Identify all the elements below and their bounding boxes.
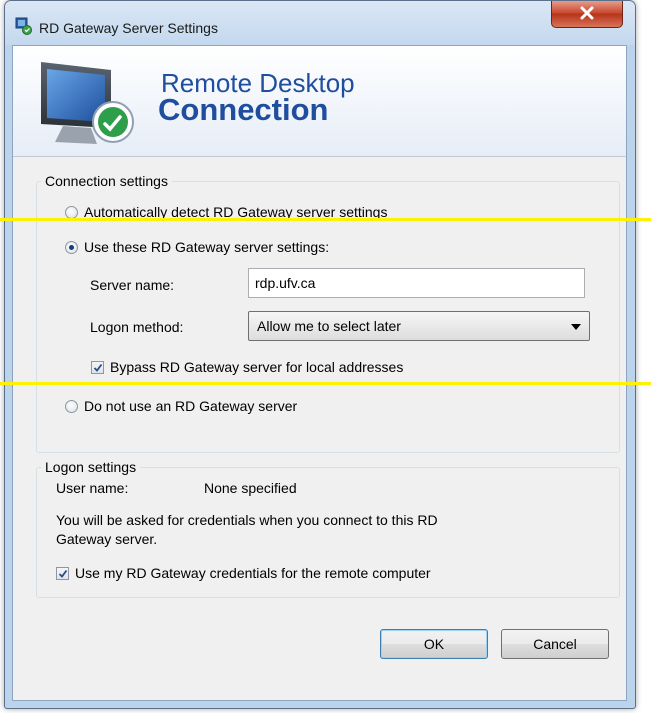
logon-method-value: Allow me to select later: [257, 318, 401, 334]
server-name-label: Server name:: [90, 277, 175, 293]
connection-settings-legend: Connection settings: [45, 173, 168, 189]
radio-use-settings-indicator[interactable]: [65, 240, 78, 254]
radio-no-gateway-indicator[interactable]: [65, 399, 78, 413]
checkmark-icon: [58, 569, 68, 578]
header-banner: Remote Desktop Connection: [13, 46, 626, 157]
cancel-button[interactable]: Cancel: [501, 629, 609, 659]
user-name-label: User name:: [56, 480, 129, 496]
use-credentials-checkbox-box[interactable]: [56, 566, 69, 580]
radio-auto-detect[interactable]: Automatically detect RD Gateway server s…: [65, 204, 387, 220]
bypass-checkbox-box[interactable]: [91, 360, 104, 374]
server-name-input[interactable]: [248, 268, 585, 298]
rd-gateway-icon: [15, 17, 33, 35]
radio-no-gateway[interactable]: Do not use an RD Gateway server: [65, 398, 297, 414]
logon-settings-legend: Logon settings: [45, 459, 137, 475]
bypass-checkbox[interactable]: Bypass RD Gateway server for local addre…: [91, 359, 403, 375]
user-name-value: None specified: [204, 480, 297, 496]
close-button[interactable]: [551, 1, 623, 28]
radio-use-settings[interactable]: Use these RD Gateway server settings:: [65, 239, 329, 255]
logon-method-label: Logon method:: [90, 319, 184, 335]
credentials-info-line1: You will be asked for credentials when y…: [56, 512, 438, 528]
logon-method-select[interactable]: Allow me to select later: [248, 311, 590, 341]
radio-auto-detect-label: Automatically detect RD Gateway server s…: [84, 204, 388, 220]
bypass-checkbox-label: Bypass RD Gateway server for local addre…: [110, 359, 404, 375]
use-credentials-checkbox[interactable]: Use my RD Gateway credentials for the re…: [56, 565, 431, 581]
use-credentials-checkbox-label: Use my RD Gateway credentials for the re…: [75, 565, 431, 581]
radio-no-gateway-label: Do not use an RD Gateway server: [84, 398, 298, 414]
dialog-window: RD Gateway Server Settings Remote Deskto…: [4, 0, 636, 709]
title-bar[interactable]: RD Gateway Server Settings: [5, 1, 635, 45]
radio-auto-detect-indicator[interactable]: [65, 205, 78, 219]
remote-desktop-monitor-icon: [35, 54, 147, 157]
banner-title-line2: Connection: [158, 92, 329, 127]
ok-button[interactable]: OK: [380, 629, 488, 659]
radio-use-settings-label: Use these RD Gateway server settings:: [84, 239, 330, 255]
window-title: RD Gateway Server Settings: [39, 20, 218, 36]
checkmark-icon: [93, 363, 103, 372]
dialog-client-area: Remote Desktop Connection Connection set…: [12, 45, 627, 701]
credentials-info-line2: Gateway server.: [56, 531, 158, 547]
